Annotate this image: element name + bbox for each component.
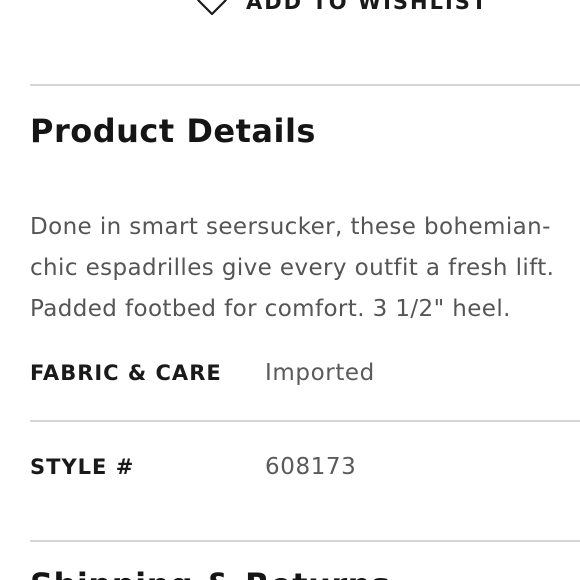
fabric-care-label: FABRIC & CARE bbox=[30, 361, 222, 385]
style-number-value: 608173 bbox=[265, 454, 357, 480]
add-to-wishlist-button[interactable]: ADD TO WISHLIST bbox=[196, 0, 488, 16]
product-details-title: Product Details bbox=[30, 112, 316, 150]
add-to-wishlist-label: ADD TO WISHLIST bbox=[246, 0, 489, 14]
description-line: chic espadrilles give every outfit a fre… bbox=[30, 255, 555, 281]
spec-divider bbox=[30, 420, 580, 422]
section-divider bbox=[30, 84, 580, 86]
description-line: Done in smart seersucker, these bohemian… bbox=[30, 214, 551, 240]
heart-icon bbox=[196, 0, 228, 16]
product-description: Done in smart seersucker, these bohemian… bbox=[30, 207, 580, 330]
section-divider bbox=[30, 540, 580, 542]
description-line: Padded footbed for comfort. 3 1/2" heel. bbox=[30, 296, 511, 322]
product-details-page: ADD TO WISHLIST Product Details Done in … bbox=[0, 0, 580, 580]
style-number-label: STYLE # bbox=[30, 455, 135, 479]
shipping-returns-title[interactable]: Shipping & Returns bbox=[30, 566, 390, 580]
fabric-care-value: Imported bbox=[265, 360, 375, 386]
